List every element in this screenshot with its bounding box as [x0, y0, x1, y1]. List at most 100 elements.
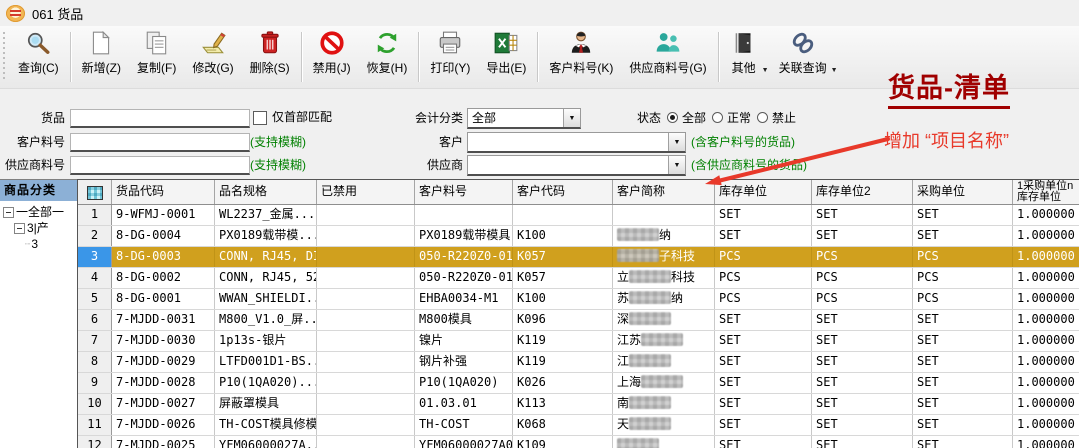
supplier-select[interactable]: ▼ — [467, 155, 686, 176]
toolbar-edit-button[interactable]: 修改(G) — [184, 26, 241, 88]
grid-column-header[interactable]: 品名规格 — [215, 180, 317, 204]
tree-node[interactable]: 3|产 — [0, 220, 77, 236]
toolbar-grip[interactable] — [3, 32, 8, 82]
cell-unit2: SET — [812, 436, 913, 448]
toolbar-export-button[interactable]: 导出(E) — [478, 26, 534, 88]
table-row[interactable]: 6 7-MJDD-0031 M800_V1.0_屏... M800模具 K096 深 SET… — [78, 310, 1079, 331]
grid-select-all-header[interactable] — [78, 180, 112, 204]
tree-node[interactable]: 一全部一 — [0, 204, 77, 220]
toolbar-link-query-button-label: 关联查询 — [778, 61, 827, 75]
toolbar-disable-button[interactable]: 禁用(J) — [305, 26, 359, 88]
toolbar-other-button[interactable]: 其他 — [722, 26, 766, 88]
chevron-down-icon[interactable]: ▼ — [563, 109, 580, 127]
cell-num: 10 — [78, 394, 112, 414]
cell-cust_part: 01.03.01 — [415, 394, 513, 414]
disable-icon — [318, 29, 346, 57]
link-icon — [789, 29, 817, 57]
dropdown-caret-icon[interactable]: ▼ — [762, 67, 769, 74]
table-row[interactable]: 12 7-MJDD-0025 YFM06000027A... YFM06000027A… — [78, 436, 1079, 448]
table-row[interactable]: 11 7-MJDD-0026 TH-COST模具修模 TH-COST K068 天 SET S… — [78, 415, 1079, 436]
fuzzy-hint-2: (支持模糊) — [250, 158, 306, 172]
first-match-checkbox[interactable] — [253, 111, 267, 125]
chevron-down-icon[interactable]: ▼ — [668, 156, 685, 174]
table-row[interactable]: 1 9-WFMJ-0001 WL2237_金属... SET SET SET 1.00000… — [78, 205, 1079, 226]
cell-ratio: 1.000000 — [1013, 247, 1079, 267]
cell-cust_code: K068 — [513, 415, 613, 435]
table-row[interactable]: 7 7-MJDD-0030 1p13s-银片 镍片 K119 江苏 SET SET SET 1.0… — [78, 331, 1079, 352]
cell-unit2: SET — [812, 205, 913, 225]
toolbar-delete-button[interactable]: 删除(S) — [242, 26, 298, 88]
dropdown-caret-icon[interactable]: ▼ — [831, 67, 838, 74]
annotation-note: 增加 “项目名称” — [884, 131, 1009, 151]
cell-unit2: SET — [812, 310, 913, 330]
cell-num: 7 — [78, 331, 112, 351]
toolbar-supplier-part-button[interactable]: 供应商料号(G) — [621, 26, 714, 88]
cell-code: 9-WFMJ-0001 — [112, 205, 215, 225]
grid-column-header[interactable]: 客户代码 — [513, 180, 613, 204]
grid-column-header[interactable]: 客户料号 — [415, 180, 513, 204]
cell-disabled — [317, 436, 415, 448]
category-sidebar: 商品分类 一全部一 3|产 ┈ 3 — [0, 179, 78, 448]
toolbar-separator — [717, 32, 719, 82]
radio-icon[interactable] — [757, 112, 769, 123]
cell-cust_short: 苏纳 — [613, 289, 715, 309]
toolbar-restore-button[interactable]: 恢复(H) — [359, 26, 416, 88]
accounting-select[interactable]: 全部 ▼ — [467, 108, 581, 129]
tree-node-label: 一全部一 — [16, 205, 65, 219]
toolbar-customer-part-button[interactable]: 客户料号(K) — [541, 26, 621, 88]
cell-unit2: SET — [812, 226, 913, 246]
cell-cust_code: K057 — [513, 247, 613, 267]
customer-select[interactable]: ▼ — [467, 132, 686, 153]
toolbar-link-query-button[interactable]: 关联查询 — [771, 26, 835, 88]
status-option-all[interactable]: 全部 — [667, 109, 706, 126]
cell-cust_code: K100 — [513, 226, 613, 246]
cell-ratio: 1.000000 — [1013, 331, 1079, 351]
grid-column-header[interactable]: 货品代码 — [112, 180, 215, 204]
chevron-down-icon[interactable]: ▼ — [668, 133, 685, 151]
toolbar-export-button-label: 导出(E) — [486, 61, 527, 75]
customer-part-input[interactable] — [70, 133, 250, 152]
grid-column-header[interactable]: 库存单位 — [715, 180, 812, 204]
table-row[interactable]: 48-DG-0002CONN, RJ45, 52... 050-R220Z0-01… — [78, 268, 1079, 289]
toolbar-new-button[interactable]: 新增(Z) — [74, 26, 129, 88]
grid-column-header[interactable]: 库存单位2 — [812, 180, 913, 204]
cell-unit: PCS — [715, 247, 812, 267]
cell-cust_short: 南 — [613, 394, 715, 414]
censored-blur — [641, 375, 684, 388]
item-input[interactable] — [70, 109, 250, 128]
radio-icon[interactable] — [667, 112, 679, 123]
cell-cust_short — [613, 436, 715, 448]
cell-cust_code: K113 — [513, 394, 613, 414]
cell-unit2: PCS — [812, 247, 913, 267]
table-row[interactable]: 9 7-MJDD-0028 P10(1QA020)... P10(1QA020) K02… — [78, 373, 1079, 394]
table-row[interactable]: 5 8-DG-0001 WWAN_SHIELDI... EHBA0034-M1 K100… — [78, 289, 1079, 310]
tree-collapse-icon[interactable] — [14, 222, 25, 234]
table-row[interactable]: 10 7-MJDD-0027 屏蔽罩模具 01.03.01 K113 南 SET SET SET… — [78, 394, 1079, 415]
grid-column-header[interactable]: 采购单位 — [913, 180, 1013, 204]
cell-po_unit: SET — [913, 373, 1013, 393]
supplier-label: 供应商 — [426, 158, 463, 172]
status-option-normal[interactable]: 正常 — [712, 109, 751, 126]
grid-column-header[interactable]: 1采购单位n 库存单位 — [1013, 180, 1079, 204]
censored-blur — [629, 312, 672, 325]
tree-node[interactable]: ┈ 3 — [0, 236, 77, 252]
status-option-disabled[interactable]: 禁止 — [757, 109, 796, 126]
cell-ratio: 1.000000 — [1013, 373, 1079, 393]
table-row[interactable]: 8 7-MJDD-0029 LTFD001D1-BS... 钢片补强 K119 江 SET S… — [78, 352, 1079, 373]
cell-disabled — [317, 289, 415, 309]
cell-cust_code: K100 — [513, 289, 613, 309]
cell-cust_part: TH-COST — [415, 415, 513, 435]
tree-collapse-icon[interactable] — [3, 206, 14, 218]
toolbar-copy-button[interactable]: 复制(F) — [129, 26, 184, 88]
toolbar-copy-button-label: 复制(F) — [137, 61, 177, 75]
cell-unit: SET — [715, 394, 812, 414]
cell-ratio: 1.000000 — [1013, 352, 1079, 372]
table-row[interactable]: 2 8-DG-0004 PX0189载带模... PX0189载带模具 K100 纳 SET… — [78, 226, 1079, 247]
toolbar-query-button[interactable]: 查询(C) — [10, 26, 67, 88]
grid-column-header[interactable]: 客户简称 — [613, 180, 715, 204]
table-row[interactable]: 38-DG-0003CONN, RJ45, DI... 050-R220Z0-01… — [78, 247, 1079, 268]
supplier-part-input[interactable] — [70, 156, 250, 175]
radio-icon[interactable] — [712, 112, 724, 123]
toolbar-print-button[interactable]: 打印(Y) — [422, 26, 478, 88]
grid-column-header[interactable]: 已禁用 — [317, 180, 415, 204]
